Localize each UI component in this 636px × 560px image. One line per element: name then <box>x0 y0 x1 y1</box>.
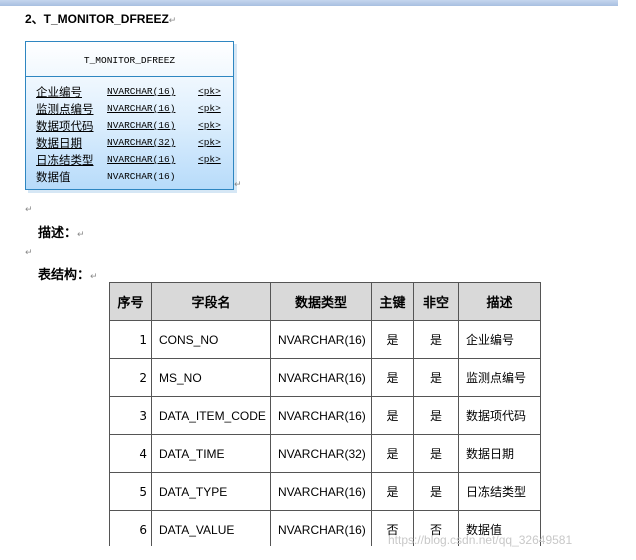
entity-column-name: 数据项代码 <box>36 119 94 133</box>
cell-index: 4 <box>109 434 152 473</box>
cell-not-null: 是 <box>413 396 459 435</box>
entity-column-key: <pk> <box>198 103 221 114</box>
paragraph-mark-icon: ↵ <box>90 272 98 282</box>
cell-description: 数据项代码 <box>458 396 541 435</box>
cell-index: 5 <box>109 472 152 511</box>
entity-column-key: <pk> <box>198 120 221 131</box>
entity-column-row: 数据日期 NVARCHAR(32) <pk> <box>26 135 233 152</box>
cell-not-null: 是 <box>413 320 459 359</box>
cell-not-null: 是 <box>413 472 459 511</box>
entity-column-name: 企业编号 <box>36 85 82 99</box>
cell-primary-key: 是 <box>371 434 414 473</box>
cell-field-name: CONS_NO <box>151 320 271 359</box>
cell-data-type: NVARCHAR(16) <box>270 358 372 397</box>
cell-not-null: 是 <box>413 434 459 473</box>
header-primary-key: 主键 <box>371 282 414 321</box>
entity-column-type: NVARCHAR(16) <box>107 171 176 182</box>
entity-column-name: 日冻结类型 <box>36 153 94 167</box>
table-row: 1 CONS_NO NVARCHAR(16) 是 是 企业编号 <box>109 320 541 359</box>
header-field-name: 字段名 <box>151 282 271 321</box>
paragraph-mark-icon: ↵ <box>168 15 177 25</box>
entity-columns: 企业编号 NVARCHAR(16) <pk> 监测点编号 NVARCHAR(16… <box>26 77 233 186</box>
cell-field-name: MS_NO <box>151 358 271 397</box>
description-label: 描述：↵ <box>38 222 85 241</box>
entity-title: T_MONITOR_DFREEZ <box>26 42 233 77</box>
cell-primary-key: 是 <box>371 358 414 397</box>
structure-table: 序号 字段名 数据类型 主键 非空 描述 1 CONS_NO NVARCHAR(… <box>109 282 541 549</box>
cell-not-null: 是 <box>413 358 459 397</box>
entity-column-key: <pk> <box>198 137 221 148</box>
entity-column-key: <pk> <box>198 154 221 165</box>
structure-label-text: 表结构： <box>38 268 91 283</box>
cell-primary-key: 是 <box>371 396 414 435</box>
cell-description: 监测点编号 <box>458 358 541 397</box>
section-heading: 2、T_MONITOR_DFREEZ↵ <box>25 10 176 27</box>
entity-diagram: T_MONITOR_DFREEZ 企业编号 NVARCHAR(16) <pk> … <box>25 41 234 190</box>
cell-index: 2 <box>109 358 152 397</box>
cell-index: 3 <box>109 396 152 435</box>
entity-column-type: NVARCHAR(16) <box>107 120 176 131</box>
paragraph-mark-icon: ↵ <box>25 248 33 258</box>
watermark: https://blog.csdn.net/qq_32649581 <box>388 533 573 547</box>
cell-data-type: NVARCHAR(16) <box>270 510 372 549</box>
cell-field-name: DATA_TIME <box>151 434 271 473</box>
table-row: 5 DATA_TYPE NVARCHAR(16) 是 是 日冻结类型 <box>109 472 541 511</box>
cell-primary-key: 是 <box>371 472 414 511</box>
paragraph-mark-icon: ↵ <box>77 230 85 240</box>
entity-column-row: 监测点编号 NVARCHAR(16) <pk> <box>26 101 233 118</box>
cell-field-name: DATA_VALUE <box>151 510 271 549</box>
header-data-type: 数据类型 <box>270 282 372 321</box>
entity-column-row: 数据值 NVARCHAR(16) <box>26 169 233 186</box>
cell-index: 1 <box>109 320 152 359</box>
entity-column-type: NVARCHAR(16) <box>107 86 176 97</box>
cell-field-name: DATA_ITEM_CODE <box>151 396 271 435</box>
cell-data-type: NVARCHAR(32) <box>270 434 372 473</box>
entity-column-row: 日冻结类型 NVARCHAR(16) <pk> <box>26 152 233 169</box>
table-row: 4 DATA_TIME NVARCHAR(32) 是 是 数据日期 <box>109 434 541 473</box>
cell-description: 日冻结类型 <box>458 472 541 511</box>
page-top-border <box>0 0 618 6</box>
table-row: 3 DATA_ITEM_CODE NVARCHAR(16) 是 是 数据项代码 <box>109 396 541 435</box>
entity-column-type: NVARCHAR(16) <box>107 103 176 114</box>
cell-description: 数据日期 <box>458 434 541 473</box>
header-description: 描述 <box>458 282 541 321</box>
entity-column-type: NVARCHAR(16) <box>107 154 176 165</box>
entity-column-row: 数据项代码 NVARCHAR(16) <pk> <box>26 118 233 135</box>
page-bottom-clip <box>0 546 636 560</box>
paragraph-mark-icon: ↵ <box>25 205 33 215</box>
entity-column-row: 企业编号 NVARCHAR(16) <pk> <box>26 84 233 101</box>
paragraph-mark-icon: ↵ <box>234 180 242 190</box>
cell-data-type: NVARCHAR(16) <box>270 396 372 435</box>
cell-primary-key: 是 <box>371 320 414 359</box>
entity-column-name: 监测点编号 <box>36 102 94 116</box>
section-heading-text: 2、T_MONITOR_DFREEZ <box>25 12 169 26</box>
entity-column-name: 数据日期 <box>36 136 82 150</box>
entity-column-name: 数据值 <box>36 170 71 184</box>
header-not-null: 非空 <box>413 282 459 321</box>
cell-data-type: NVARCHAR(16) <box>270 320 372 359</box>
cell-data-type: NVARCHAR(16) <box>270 472 372 511</box>
cell-index: 6 <box>109 510 152 549</box>
entity-column-key: <pk> <box>198 86 221 97</box>
header-index: 序号 <box>109 282 152 321</box>
table-row: 2 MS_NO NVARCHAR(16) 是 是 监测点编号 <box>109 358 541 397</box>
entity-column-type: NVARCHAR(32) <box>107 137 176 148</box>
description-label-text: 描述： <box>38 226 78 241</box>
cell-description: 企业编号 <box>458 320 541 359</box>
cell-field-name: DATA_TYPE <box>151 472 271 511</box>
structure-label: 表结构：↵ <box>38 264 98 283</box>
table-header-row: 序号 字段名 数据类型 主键 非空 描述 <box>109 282 541 321</box>
